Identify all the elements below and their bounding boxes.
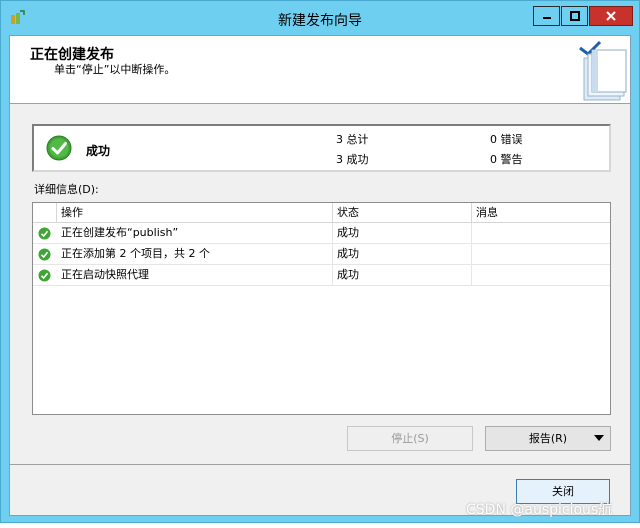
minimize-button[interactable] [533, 6, 560, 26]
total-count: 3 总计 [336, 133, 369, 146]
maximize-icon [569, 11, 580, 21]
wizard-body: 正在创建发布 单击“停止”以中断操作。 成功 3 总计 3 成功 0 错误 0 … [9, 35, 631, 516]
title-bar[interactable]: 新建发布向导 [1, 1, 639, 35]
icon-column-header [33, 203, 57, 222]
row-status: 成功 [333, 265, 472, 285]
column-header-status[interactable]: 状态 [333, 203, 472, 222]
row-status: 成功 [333, 244, 472, 264]
table-row[interactable]: 正在启动快照代理 成功 [33, 265, 610, 286]
error-count: 0 错误 [490, 133, 523, 146]
row-status: 成功 [333, 223, 472, 243]
row-action: 正在启动快照代理 [57, 265, 333, 285]
details-label: 详细信息(D): [34, 183, 99, 196]
row-message [472, 265, 610, 285]
report-button-label: 报告(R) [528, 432, 568, 445]
row-action: 正在创建发布“publish” [57, 223, 333, 243]
wizard-book-icon [579, 40, 627, 101]
column-header-action[interactable]: 操作 [57, 203, 333, 222]
summary-panel: 成功 3 总计 3 成功 0 错误 0 警告 [32, 124, 611, 172]
success-count: 3 成功 [336, 153, 369, 166]
minimize-icon [542, 17, 551, 19]
row-message [472, 244, 610, 264]
maximize-button[interactable] [561, 6, 588, 26]
warning-count: 0 警告 [490, 153, 523, 166]
details-table[interactable]: 操作 状态 消息 正在创建发布“publish” 成功 正在添加第 2 个项目，… [32, 202, 611, 415]
column-header-message[interactable]: 消息 [472, 203, 610, 222]
success-check-icon [46, 135, 72, 161]
footer-divider [10, 464, 630, 465]
overall-status: 成功 [86, 144, 111, 158]
success-icon [38, 248, 51, 261]
report-button[interactable]: 报告(R) [485, 426, 611, 451]
page-subtitle: 单击“停止”以中断操作。 [54, 63, 176, 76]
stop-button[interactable]: 停止(S) [347, 426, 473, 451]
table-row[interactable]: 正在创建发布“publish” 成功 [33, 223, 610, 244]
table-header: 操作 状态 消息 [33, 203, 610, 223]
dropdown-arrow-icon [594, 435, 604, 441]
row-action: 正在添加第 2 个项目，共 2 个 [57, 244, 333, 264]
success-icon [38, 269, 51, 282]
table-row[interactable]: 正在添加第 2 个项目，共 2 个 成功 [33, 244, 610, 265]
row-message [472, 223, 610, 243]
close-icon [606, 11, 616, 21]
wizard-header: 正在创建发布 单击“停止”以中断操作。 [10, 36, 630, 104]
watermark-text: CSDN @auspicious航 [466, 502, 613, 518]
wizard-window: 新建发布向导 正在创建发布 单击“停止”以中断操作。 成功 3 总计 3 成功 … [0, 0, 640, 523]
window-close-button[interactable] [589, 6, 633, 26]
success-icon [38, 227, 51, 240]
